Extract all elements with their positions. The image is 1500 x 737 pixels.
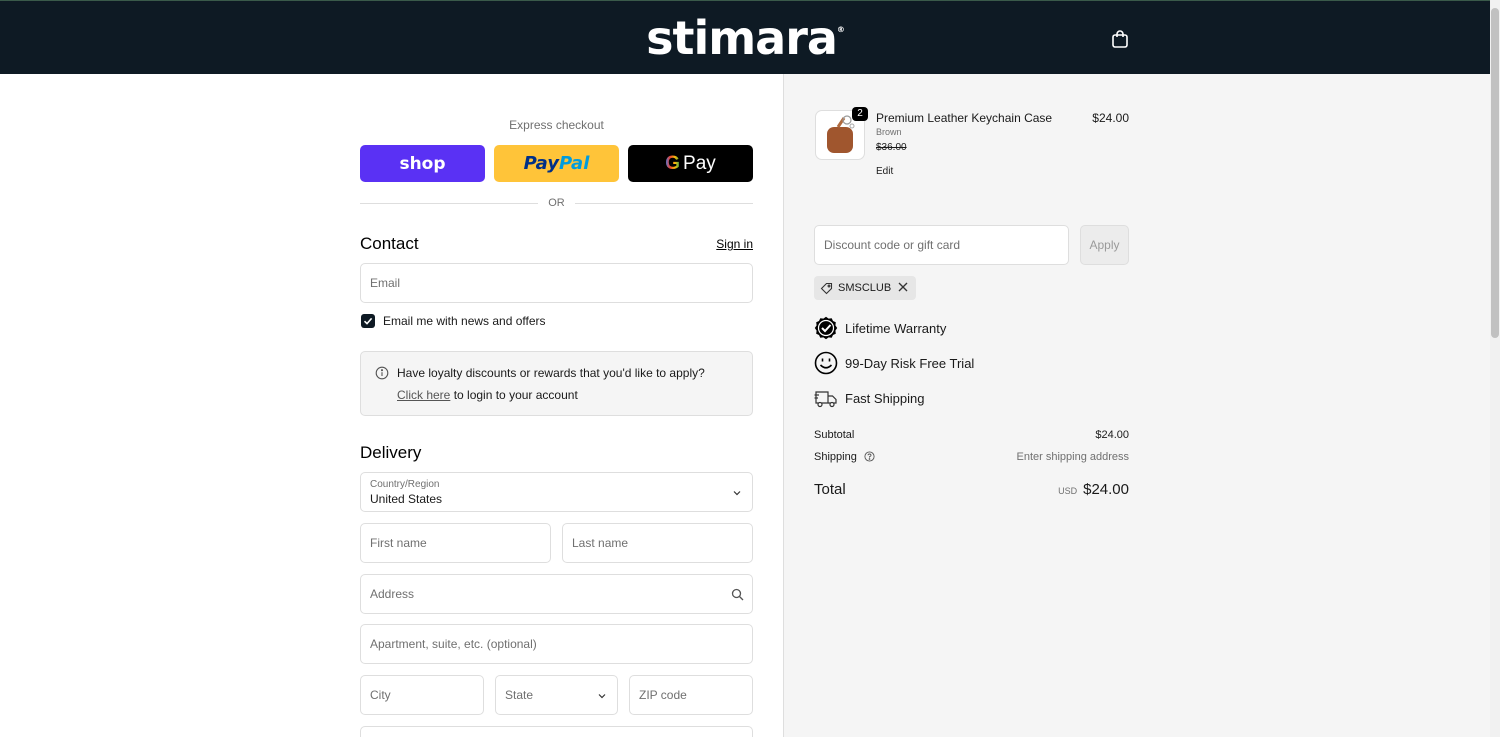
trial-label: 99-Day Risk Free Trial [845,355,975,371]
apartment-field[interactable] [360,624,753,664]
total-price: USD $24.00 [1058,481,1129,498]
smiley-face-icon [814,351,838,375]
state-placeholder: State [505,688,534,702]
country-label: Country/Region [370,479,440,490]
or-text: OR [548,197,565,209]
total-value: $24.00 [1083,481,1129,498]
contact-heading: Contact [360,234,419,253]
last-name-input[interactable] [572,536,752,550]
delivery-heading: Delivery [360,443,422,462]
shipping-row: Shipping Enter shipping address [814,451,1129,463]
email-field[interactable] [360,263,753,303]
city-field[interactable] [360,675,484,715]
loyalty-notice: Have loyalty discounts or rewards that y… [360,351,753,416]
country-value: United States [370,492,443,506]
perk-shipping: Fast Shipping [814,385,925,411]
loyalty-question: Have loyalty discounts or rewards that y… [397,366,705,380]
subtotal-value: $24.00 [1095,429,1129,441]
loyalty-click-here-link[interactable]: Click here [397,388,450,402]
warranty-label: Lifetime Warranty [845,320,947,336]
warranty-badge-icon [814,316,838,340]
last-name-field[interactable] [562,523,753,563]
paypal-pay-label: Pay [523,153,559,174]
shop-pay-label: shop [399,153,446,174]
first-name-field[interactable] [360,523,551,563]
search-icon [731,588,744,601]
total-label: Total [814,481,846,498]
perk-trial: 99-Day Risk Free Trial [814,350,974,376]
google-pay-label: Pay [683,152,716,174]
product-name: Premium Leather Keychain Case [876,111,1053,125]
page-scrollbar[interactable] [1490,0,1500,737]
delivery-truck-icon [814,391,837,408]
subtotal-row: Subtotal $24.00 [814,429,1129,441]
state-select[interactable]: State [495,675,618,715]
shipping-value: Enter shipping address [1016,451,1129,463]
phone-field-partial[interactable] [360,726,753,737]
sign-in-link[interactable]: Sign in [700,237,753,251]
google-pay-button[interactable]: G Pay [628,145,753,182]
paypal-button[interactable]: Pay Pal [494,145,619,182]
newsletter-label: Email me with news and offers [383,314,546,328]
currency-code: USD [1058,486,1078,496]
shipping-perk-label: Fast Shipping [845,390,925,406]
remove-discount-icon[interactable] [897,281,909,293]
product-compare-price: $36.00 [876,142,907,153]
stimara-logo[interactable]: stimara® [0,11,1490,65]
discount-code-text: SMSCLUB [838,282,892,294]
shop-pay-button[interactable]: shop [360,145,485,182]
subtotal-label: Subtotal [814,429,855,441]
city-input[interactable] [370,688,483,702]
or-divider: OR [360,196,753,212]
perk-warranty: Lifetime Warranty [814,315,946,341]
paypal-pal-label: Pal [559,153,590,174]
express-checkout-label: Express checkout [509,118,604,132]
info-icon [375,366,389,380]
loyalty-link-suffix: to login to your account [450,388,578,402]
newsletter-checkbox-row[interactable]: Email me with news and offers [361,314,546,328]
discount-code-input[interactable] [824,238,1068,252]
first-name-input[interactable] [370,536,550,550]
product-price: $24.00 [1092,111,1129,125]
edit-product-link[interactable]: Edit [876,166,893,177]
site-header: stimara® [0,0,1490,74]
total-row: Total USD $24.00 [814,481,1129,498]
zip-field[interactable] [629,675,753,715]
tag-icon [820,282,833,294]
country-select[interactable]: Country/Region United States [360,472,753,512]
google-g-icon: G [665,152,681,174]
chevron-down-icon [733,491,741,496]
apartment-input[interactable] [370,637,752,651]
discount-code-field[interactable] [814,225,1069,265]
shopping-bag-icon[interactable] [1110,28,1130,50]
loyalty-login-text: Click here to login to your account [397,388,578,402]
scrollbar-thumb[interactable] [1491,8,1499,338]
quantity-badge: 2 [852,107,868,121]
address-field[interactable] [360,574,753,614]
shipping-label: Shipping [814,451,857,463]
newsletter-checkbox[interactable] [361,314,375,328]
email-input[interactable] [370,276,752,290]
help-icon[interactable] [864,451,875,462]
checkmark-icon [363,317,373,325]
address-input[interactable] [370,587,752,601]
product-variant: Brown [876,127,902,137]
chevron-down-icon [598,694,606,699]
apply-discount-button[interactable]: Apply [1080,225,1129,265]
zip-input[interactable] [639,688,752,702]
applied-discount-tag: SMSCLUB [814,276,916,300]
